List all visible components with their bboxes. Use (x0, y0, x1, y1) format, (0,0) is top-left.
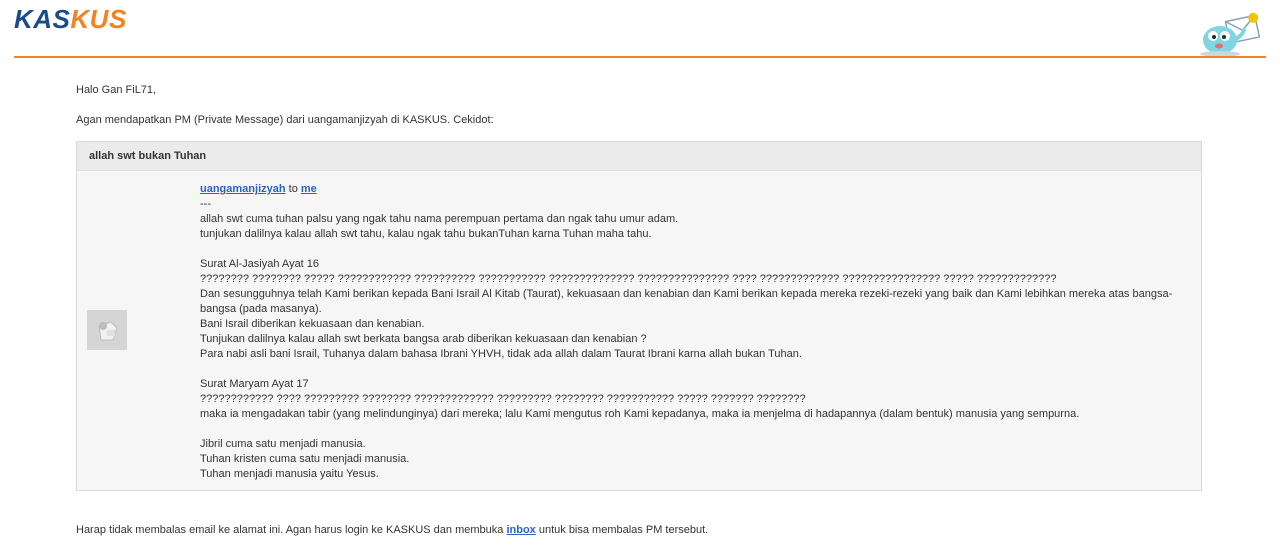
message-line: Dan sesungguhnya telah Kami berikan kepa… (200, 288, 1173, 315)
message-line: Para nabi asli bani Israil, Tuhanya dala… (200, 348, 802, 360)
email-header: KASKUS (0, 0, 1280, 58)
message-line: ???????????? ???? ????????? ???????? ???… (200, 393, 806, 405)
message-line: ???????? ???????? ????? ???????????? ???… (200, 273, 1057, 285)
sender-link[interactable]: uangamanjizyah (200, 183, 286, 195)
kaskus-logo[interactable]: KASKUS (14, 4, 127, 35)
message-body: uangamanjizyah to me --- allah swt cuma … (200, 182, 1190, 482)
footer-text-before: Harap tidak membalas email ke alamat ini… (76, 524, 507, 536)
message-line: Surat Maryam Ayat 17 (200, 378, 309, 390)
message-line: allah swt cuma tuhan palsu yang ngak tah… (200, 213, 679, 225)
email-footer: Harap tidak membalas email ke alamat ini… (76, 524, 708, 536)
logo-part-orange: KUS (70, 4, 127, 34)
message-line: Bani Israil diberikan kekuasaan dan kena… (200, 318, 425, 330)
message-separator: --- (200, 198, 211, 210)
logo-part-blue: KAS (14, 4, 71, 34)
message-line: maka ia mengadakan tabir (yang melindung… (200, 408, 1080, 420)
message-line: Jibril cuma satu menjadi manusia. (200, 438, 366, 450)
message-meta: uangamanjizyah to me (200, 182, 1190, 197)
message-line: Tuhan kristen cuma satu menjadi manusia. (200, 453, 410, 465)
footer-text-after: untuk bisa membalas PM tersebut. (535, 524, 709, 536)
email-greeting: Halo Gan FiL71, (76, 84, 157, 96)
message-line: Surat Al-Jasiyah Ayat 16 (200, 258, 320, 270)
inbox-link[interactable]: inbox (506, 524, 535, 536)
message-line: Tuhan menjadi manusia yaitu Yesus. (200, 468, 379, 480)
sender-avatar[interactable] (87, 310, 127, 350)
recipient-link[interactable]: me (301, 183, 317, 195)
message-line: tunjukan dalilnya kalau allah swt tahu, … (200, 228, 652, 240)
header-divider (14, 56, 1266, 58)
message-line: Tunjukan dalilnya kalau allah swt berkat… (200, 333, 647, 345)
default-avatar-icon (87, 310, 127, 350)
to-label: to (285, 183, 301, 195)
kaskus-mascot-mail-icon (1200, 12, 1261, 57)
message-subject: allah swt bukan Tuhan (77, 142, 1201, 171)
email-intro: Agan mendapatkan PM (Private Message) da… (76, 114, 494, 126)
message-box: allah swt bukan Tuhan uangamanjizyah to … (76, 141, 1202, 491)
